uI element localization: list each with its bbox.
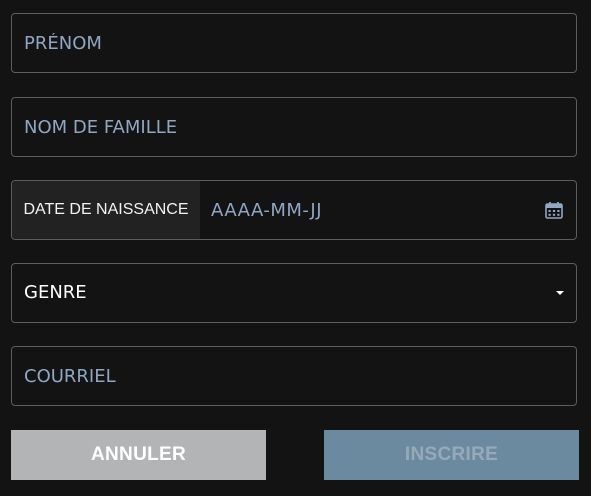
genre-select[interactable]: GENRE: [11, 263, 577, 323]
nom-de-famille-field-wrapper: [11, 97, 577, 157]
courriel-field-wrapper: [11, 346, 577, 406]
date-de-naissance-field-wrapper: DATE DE NAISSANCE: [11, 180, 577, 240]
calendar-icon[interactable]: [544, 200, 564, 220]
date-de-naissance-input[interactable]: [200, 181, 576, 239]
prenom-field-wrapper: [11, 13, 577, 73]
genre-select-value: GENRE: [24, 282, 87, 303]
inscrire-button[interactable]: INSCRIRE: [324, 430, 579, 480]
nom-de-famille-input[interactable]: [12, 98, 576, 156]
registration-form: DATE DE NAISSANCE GENRE ANNULER INSCRIRE: [0, 0, 591, 496]
caret-down-icon: [556, 291, 564, 295]
prenom-input[interactable]: [12, 14, 576, 72]
annuler-button[interactable]: ANNULER: [11, 430, 266, 480]
date-de-naissance-label: DATE DE NAISSANCE: [12, 181, 200, 239]
courriel-input[interactable]: [12, 347, 576, 405]
